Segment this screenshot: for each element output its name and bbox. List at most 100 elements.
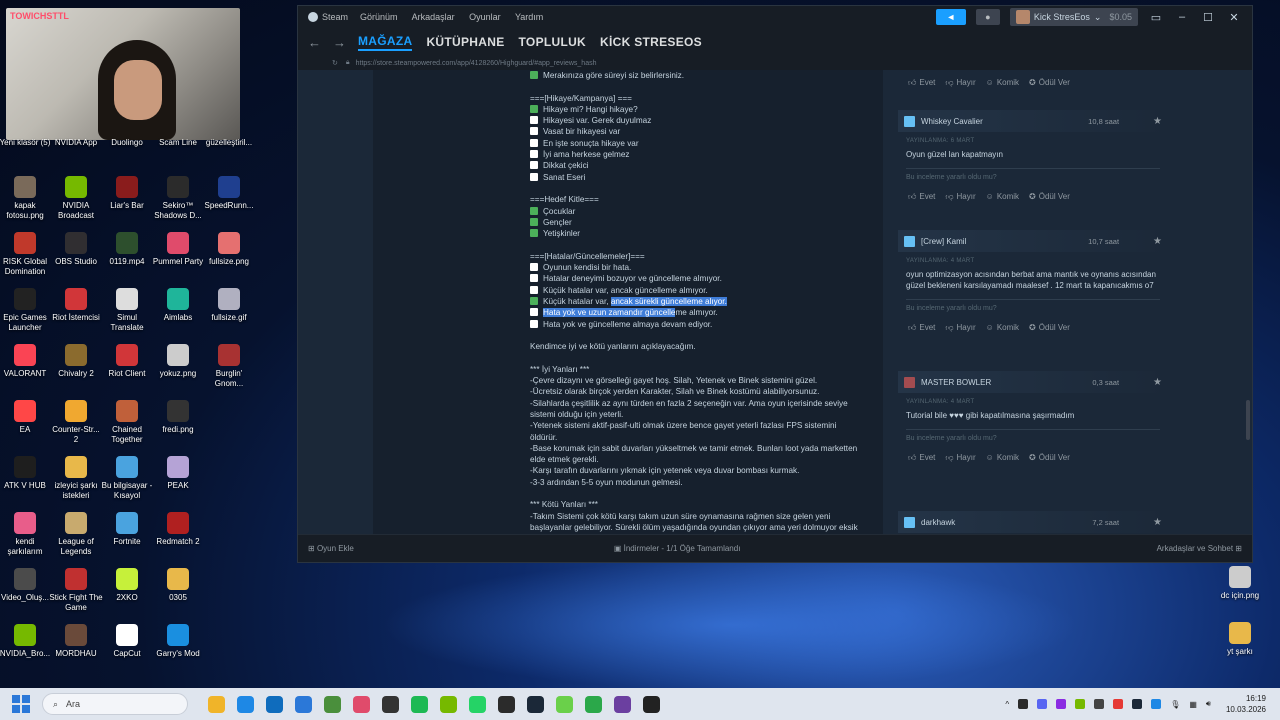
- taskbar-app-icon[interactable]: [411, 695, 428, 713]
- taskbar-app-icon[interactable]: [324, 695, 341, 713]
- desktop-icon[interactable]: Garry's Mod: [151, 624, 205, 659]
- menu-oyunlar[interactable]: Oyunlar: [469, 12, 501, 22]
- vote-yes-button[interactable]: 👍︎ Evet: [908, 453, 935, 463]
- desktop-icon[interactable]: Riot İstemcisi: [49, 288, 103, 323]
- desktop-icon[interactable]: Sekiro™ Shadows D...: [151, 176, 205, 221]
- desktop-icon[interactable]: League of Legends: [49, 512, 103, 557]
- taskbar-app-icon[interactable]: [295, 695, 312, 713]
- desktop-icon[interactable]: Liar's Bar: [100, 176, 154, 211]
- desktop-icon[interactable]: RISK Global Domination: [0, 232, 52, 277]
- taskbar-app-icon[interactable]: [643, 695, 660, 713]
- menu-arkadaslar[interactable]: Arkadaşlar: [412, 12, 455, 22]
- desktop-icon[interactable]: MORDHAU: [49, 624, 103, 659]
- microphone-icon[interactable]: 🎙︎: [1170, 700, 1180, 709]
- downloads-button[interactable]: ▣ İndirmeler - 1/1 Öğe Tamamlandı: [614, 544, 741, 553]
- desktop-icon[interactable]: fullsize.gif: [202, 288, 256, 323]
- desktop-icon[interactable]: Bu bilgisayar - Kısayol: [100, 456, 154, 501]
- desktop-icon[interactable]: 0119.mp4: [100, 232, 154, 267]
- desktop-icon[interactable]: Pummel Party: [151, 232, 205, 267]
- network-icon[interactable]: ▦: [1189, 700, 1197, 709]
- taskbar-app-icon[interactable]: [585, 695, 602, 713]
- reviewer-name[interactable]: darkhawk: [921, 518, 1092, 527]
- desktop-icon[interactable]: Redmatch 2: [151, 512, 205, 547]
- vote-yes-button[interactable]: 👍︎ Evet: [908, 192, 935, 202]
- reload-icon[interactable]: ↻: [332, 59, 338, 67]
- add-game-button[interactable]: ⊞ Oyun Ekle: [308, 544, 354, 553]
- desktop-icon[interactable]: VALORANT: [0, 344, 52, 379]
- award-button[interactable]: ✪ Ödül Ver: [1029, 323, 1070, 333]
- taskbar-app-icon[interactable]: [440, 695, 457, 713]
- desktop-icon[interactable]: izleyici şarkı istekleri: [49, 456, 103, 501]
- notifications-button[interactable]: ●: [975, 9, 1000, 25]
- desktop-icon[interactable]: NVIDIA Broadcast: [49, 176, 103, 221]
- maximize-icon[interactable]: ☐: [1200, 11, 1216, 24]
- desktop-icon[interactable]: EA: [0, 400, 52, 435]
- steam-menu-steam[interactable]: Steam: [322, 12, 348, 22]
- steam-tray-icon[interactable]: [1132, 699, 1143, 709]
- desktop-icon[interactable]: Riot Client: [100, 344, 154, 379]
- reviewer-name[interactable]: MASTER BOWLER: [921, 378, 1092, 387]
- tray-app-icon[interactable]: [1094, 699, 1105, 709]
- tray-app-icon[interactable]: [1056, 699, 1067, 709]
- tab-kutuphane[interactable]: KÜTÜPHANE: [426, 35, 504, 49]
- desktop-icon[interactable]: fullsize.png: [202, 232, 256, 267]
- vote-funny-button[interactable]: ☺ Komik: [986, 453, 1019, 463]
- forward-arrow-icon[interactable]: →: [333, 35, 346, 50]
- tab-topluluk[interactable]: TOPLULUK: [519, 35, 587, 49]
- taskbar-app-icon[interactable]: [237, 695, 254, 713]
- desktop-icon[interactable]: NVIDIA_Bro...: [0, 624, 52, 659]
- desktop-icon[interactable]: Epic Games Launcher: [0, 288, 52, 333]
- back-arrow-icon[interactable]: ←: [308, 35, 321, 50]
- award-button[interactable]: ✪ Ödül Ver: [1029, 192, 1070, 202]
- taskbar-app-icon[interactable]: [556, 695, 573, 713]
- desktop-icon[interactable]: Scam Line: [151, 138, 205, 148]
- minimize-icon[interactable]: –: [1174, 11, 1190, 23]
- review-header[interactable]: Whiskey Cavalier 10,8 saat ★: [898, 110, 1168, 132]
- big-picture-icon[interactable]: ▭: [1148, 11, 1164, 24]
- vote-funny-button[interactable]: ☺ Komik: [986, 192, 1019, 202]
- desktop-icon[interactable]: Yeni klasör (5): [0, 138, 52, 148]
- user-menu[interactable]: Kick StresEos ⌄ $0.05: [1009, 8, 1138, 26]
- taskbar-app-icon[interactable]: [208, 695, 225, 713]
- taskbar-app-icon[interactable]: [469, 695, 486, 713]
- menu-gorunum[interactable]: Görünüm: [360, 12, 398, 22]
- review-header[interactable]: darkhawk 7,2 saat ★: [898, 511, 1168, 533]
- desktop-icon[interactable]: kapak fotosu.png: [0, 176, 52, 221]
- taskbar-app-icon[interactable]: [614, 695, 631, 713]
- desktop-icon[interactable]: ATK V HUB: [0, 456, 52, 491]
- desktop-icon[interactable]: Chained Together: [100, 400, 154, 445]
- desktop-icon[interactable]: fredi.png: [151, 400, 205, 435]
- taskbar-search[interactable]: ⌕ Ara: [42, 693, 188, 715]
- scrollbar[interactable]: [1246, 400, 1250, 440]
- taskbar-app-icon[interactable]: [382, 695, 399, 713]
- desktop-icon[interactable]: Duolingo: [100, 138, 154, 148]
- desktop-icon[interactable]: Aimlabs: [151, 288, 205, 323]
- award-button[interactable]: ✪ Ödül Ver: [1029, 453, 1070, 463]
- desktop-icon[interactable]: yokuz.png: [151, 344, 205, 379]
- desktop-icon[interactable]: güzelleştiril...: [202, 138, 256, 148]
- star-icon[interactable]: ★: [1153, 116, 1162, 127]
- vote-no-button[interactable]: 👎︎ Hayır: [945, 453, 975, 463]
- desktop-icon[interactable]: CapCut: [100, 624, 154, 659]
- desktop-icon[interactable]: dc için.png: [1213, 566, 1267, 601]
- tray-app-icon[interactable]: [1151, 699, 1162, 709]
- review-header[interactable]: [Crew] Kamil 10,7 saat ★: [898, 230, 1168, 252]
- url-bar[interactable]: ↻ 🔒︎ https://store.steampowered.com/app/…: [298, 56, 1252, 70]
- volume-icon[interactable]: 🔊︎: [1206, 699, 1211, 709]
- desktop-icon[interactable]: yt şarkı: [1213, 622, 1267, 657]
- desktop-icon[interactable]: PEAK: [151, 456, 205, 491]
- close-icon[interactable]: ✕: [1226, 11, 1242, 24]
- desktop-icon[interactable]: NVIDIA App: [49, 138, 103, 148]
- friends-chat-button[interactable]: Arkadaşlar ve Sohbet ⊞: [1157, 544, 1242, 553]
- star-icon[interactable]: ★: [1153, 236, 1162, 247]
- desktop-icon[interactable]: kendi şarkılarım: [0, 512, 52, 557]
- award-button[interactable]: ✪ Ödül Ver: [1029, 78, 1070, 88]
- desktop-icon[interactable]: Video_Oluş...: [0, 568, 52, 603]
- menu-yardim[interactable]: Yardım: [515, 12, 543, 22]
- tray-chevron-icon[interactable]: ^: [1005, 700, 1009, 709]
- desktop-icon[interactable]: Chivalry 2: [49, 344, 103, 379]
- star-icon[interactable]: ★: [1153, 517, 1162, 528]
- tab-magaza[interactable]: MAĞAZA: [358, 34, 413, 51]
- desktop-icon[interactable]: Stick Fight The Game: [49, 568, 103, 613]
- announcements-button[interactable]: ◄: [935, 9, 966, 25]
